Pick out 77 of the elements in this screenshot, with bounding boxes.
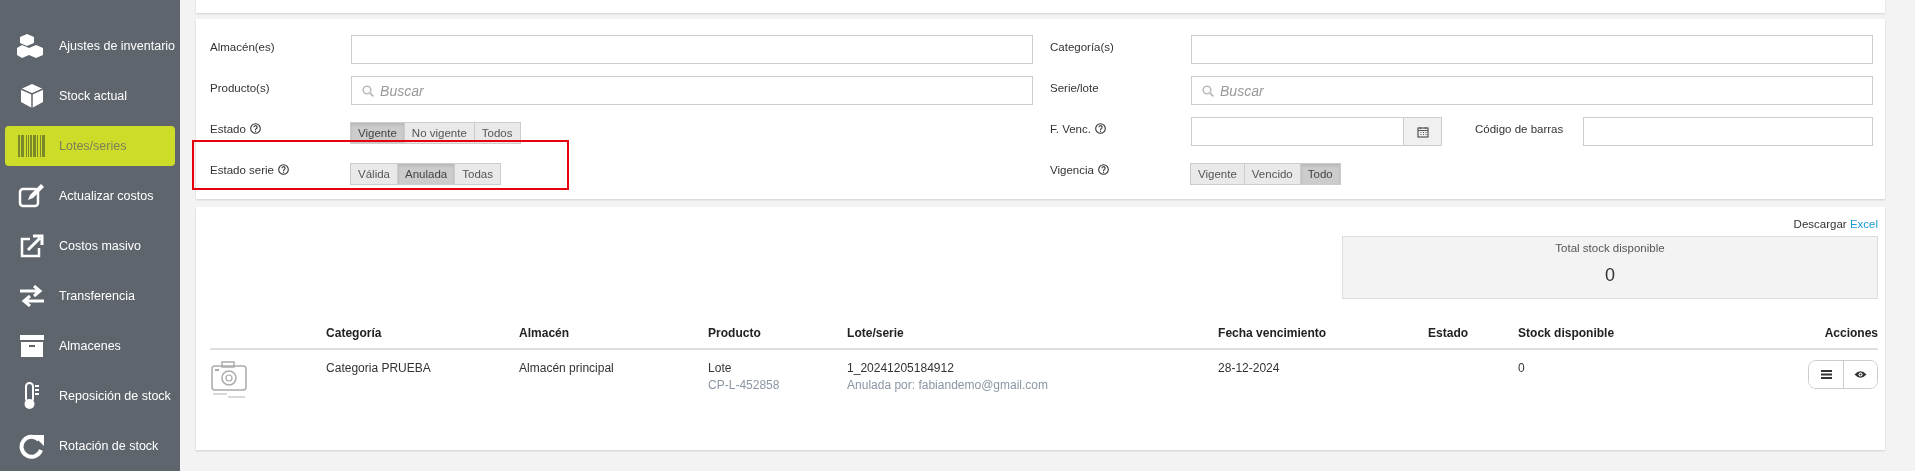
sidebar-item-label: Costos masivo <box>59 239 141 253</box>
calendar-button[interactable] <box>1403 117 1442 146</box>
sidebar-item[interactable]: Almacenes <box>5 326 176 366</box>
product-code: CP-L-452858 <box>708 377 781 394</box>
column-header: Almacén <box>519 326 709 350</box>
barcode-icon <box>18 135 46 157</box>
cube-icon <box>19 83 45 109</box>
toggle-option[interactable]: Vigente <box>350 122 405 144</box>
sidebar-item[interactable]: Stock actual <box>5 76 176 116</box>
column-header: Fecha vencimiento <box>1218 326 1429 350</box>
column-header: Stock disponible <box>1518 326 1808 350</box>
sidebar-item-label: Stock actual <box>59 89 128 103</box>
sidebar-item[interactable]: Reposición de stock <box>5 376 176 416</box>
external-link-icon <box>18 234 46 258</box>
filter-label: Vigencia <box>1050 158 1191 176</box>
rotate-icon <box>19 433 45 459</box>
no-image-icon <box>210 360 249 398</box>
table-cell-text: Lote <box>708 360 733 377</box>
table-cell-text: 28-12-2024 <box>1218 360 1281 377</box>
filter-label: Estado serie <box>210 158 352 176</box>
sidebar-item[interactable]: Transferencia <box>5 276 176 316</box>
download-label: Descargar <box>1793 218 1847 230</box>
archive-box-icon <box>19 334 45 358</box>
toggle-option[interactable]: Anulada <box>397 163 456 185</box>
toggle-option[interactable]: Todo <box>1299 163 1341 185</box>
filter-label: Estado <box>210 117 352 135</box>
excel-link[interactable]: Excel <box>1849 218 1878 230</box>
sidebar-item-label: Actualizar costos <box>59 189 154 203</box>
filter-label: Serie/lote <box>1050 81 1100 94</box>
toggle-option[interactable]: Vencido <box>1243 163 1301 185</box>
calendar-icon <box>1416 125 1429 138</box>
menu-icon <box>1820 370 1832 379</box>
help-icon[interactable] <box>278 164 289 175</box>
help-icon[interactable] <box>1094 123 1106 134</box>
sidebar-item[interactable]: Rotación de stock <box>5 426 176 466</box>
sidebar-item-label: Lotes/series <box>59 139 127 153</box>
toggle-option[interactable]: Todas <box>454 163 501 185</box>
sidebar-item-label: Rotación de stock <box>59 439 159 453</box>
date-field[interactable] <box>1191 117 1404 146</box>
sidebar-item[interactable]: Ajustes de inventario <box>5 26 176 66</box>
view-button[interactable] <box>1843 361 1877 388</box>
select-field[interactable] <box>1191 35 1873 64</box>
column-header: Lote/serie <box>847 326 1219 350</box>
thermometer-icon <box>23 382 41 410</box>
select-field[interactable] <box>351 35 1033 64</box>
total-stock-label: Total stock disponible <box>1554 241 1666 254</box>
help-icon[interactable] <box>1097 164 1109 175</box>
total-stock-value: 0 <box>1604 265 1616 286</box>
table-cell-text: 1_20241205184912 <box>847 360 955 377</box>
arrows-icon <box>18 285 46 307</box>
column-header: Categoría <box>326 326 520 350</box>
sidebar-item-label: Almacenes <box>59 339 121 353</box>
annulment-note: Anulada por: fabiandemo@gmail.com <box>847 377 1049 394</box>
barcode-field[interactable] <box>1583 117 1873 146</box>
sidebar-item[interactable]: Actualizar costos <box>5 176 176 216</box>
column-header: Acciones <box>1808 326 1878 350</box>
filter-label: Almacén(es) <box>210 40 276 53</box>
table-cell-text: Categoria PRUEBA <box>326 360 432 377</box>
sidebar-item-label: Transferencia <box>59 289 135 303</box>
search-icon <box>1202 84 1214 97</box>
filter-label: Categoría(s) <box>1050 40 1115 53</box>
filter-label: Producto(s) <box>210 81 271 94</box>
filter-label: Código de barras <box>1474 122 1565 135</box>
table-cell-text: 0 <box>1518 360 1526 377</box>
search-icon <box>362 84 375 97</box>
sidebar-item-label: Ajustes de inventario <box>59 39 176 53</box>
toggle-option[interactable]: Válida <box>350 163 398 185</box>
eye-icon <box>1854 370 1867 379</box>
sidebar-item[interactable]: Costos masivo <box>5 226 176 266</box>
table-cell-text: Almacén principal <box>519 360 615 377</box>
column-header: Estado <box>1428 326 1519 350</box>
help-icon[interactable] <box>249 123 261 134</box>
toggle-option[interactable]: Vigente <box>1190 163 1245 185</box>
edit-icon <box>18 184 46 208</box>
column-header: Producto <box>708 326 848 350</box>
sidebar-item-label: Reposición de stock <box>59 389 171 403</box>
filter-label: F. Venc. <box>1050 117 1191 135</box>
